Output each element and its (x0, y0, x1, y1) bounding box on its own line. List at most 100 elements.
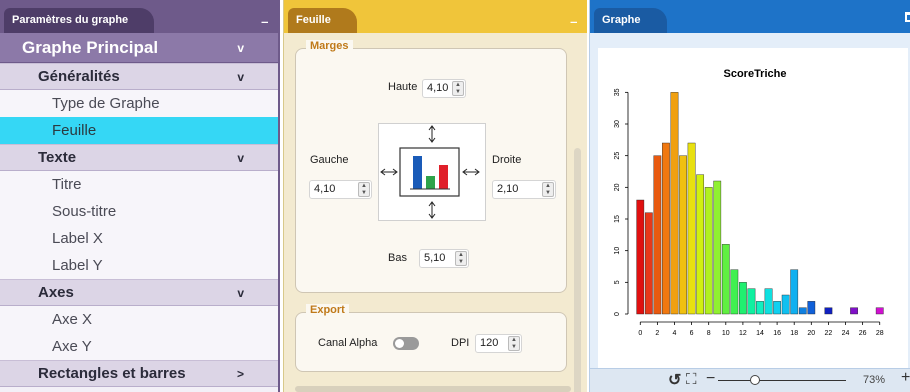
tree-section-label: Généralités (38, 68, 120, 85)
tree-item-label: Type de Graphe (52, 95, 160, 112)
x-tick-label: 24 (842, 330, 850, 337)
tree-item-label: Sous-titre (52, 203, 117, 220)
histogram-bar (790, 269, 799, 315)
right-margin-spinbox[interactable]: 2,10 ▲ ▼ (492, 180, 556, 199)
left-tabbar: Paramètres du graphe _ (0, 0, 278, 33)
y-tick-label: 5 (614, 280, 621, 284)
histogram-bar (636, 199, 645, 315)
tree-section-axes[interactable]: Axes v (0, 279, 278, 306)
tree-item-subtitle[interactable]: Sous-titre (0, 198, 278, 225)
tree-section-rectangles[interactable]: Rectangles et barres > (0, 360, 278, 387)
histogram-bar (807, 301, 816, 315)
spinner-arrows-icon[interactable]: ▲ ▼ (358, 182, 370, 197)
dpi-spinbox[interactable]: 120 ▲ ▼ (475, 334, 522, 353)
tree-item-axis-x[interactable]: Axe X (0, 306, 278, 333)
alpha-channel-toggle[interactable] (393, 337, 419, 350)
tree-section-text[interactable]: Texte v (0, 144, 278, 171)
y-tick-label: 35 (614, 88, 621, 96)
tab-graph[interactable]: Graphe (594, 8, 667, 33)
tab-graph-settings[interactable]: Paramètres du graphe (4, 8, 155, 33)
tree-item-axis-y[interactable]: Axe Y (0, 333, 278, 360)
zoom-in-button[interactable]: + (901, 369, 910, 387)
tree-item-graph-type[interactable]: Type de Graphe (0, 90, 278, 117)
alpha-channel-label: Canal Alpha (318, 337, 378, 349)
bottom-margin-label: Bas (388, 252, 407, 264)
zoom-slider-thumb[interactable] (750, 375, 760, 385)
tab-sheet[interactable]: Feuille (288, 8, 357, 33)
bars-group (636, 92, 884, 315)
tree-item-label: Titre (52, 176, 82, 193)
histogram-bar (670, 92, 679, 315)
chevron-down-icon: v (237, 40, 244, 55)
x-tick-label: 8 (707, 330, 711, 337)
export-group: Export Canal Alpha DPI 120 ▲ ▼ (295, 304, 567, 372)
histogram-bar (747, 288, 756, 315)
tree-section-general[interactable]: Généralités v (0, 63, 278, 90)
histogram-bar (704, 187, 713, 315)
histogram-bar (687, 142, 696, 315)
tree-item-main-graph[interactable]: Graphe Principal v (0, 33, 278, 63)
histogram-bar (653, 155, 662, 315)
x-tick-label: 22 (825, 330, 833, 337)
dpi-value: 120 (480, 337, 499, 349)
left-margin-value: 4,10 (314, 183, 336, 195)
x-tick-label: 16 (773, 330, 781, 337)
tree-item-label: Axe Y (52, 338, 92, 355)
y-tick-label: 25 (614, 152, 621, 160)
vertical-scrollbar[interactable] (574, 148, 581, 392)
spinner-arrows-icon[interactable]: ▲ ▼ (508, 336, 520, 351)
top-margin-spinbox[interactable]: 4,10 ▲ ▼ (422, 79, 466, 98)
histogram-bar (662, 142, 670, 315)
horizontal-scrollbar[interactable] (295, 386, 571, 392)
reset-icon[interactable]: ↺ (668, 370, 681, 390)
tree-section-label: Texte (38, 149, 77, 166)
left-margin-spinbox[interactable]: 4,10 ▲ ▼ (309, 180, 372, 199)
y-axis: 0 5 10 15 20 25 30 35 (614, 88, 629, 316)
chevron-down-icon: v (237, 150, 244, 165)
x-tick-label: 0 (638, 330, 642, 337)
x-tick-label: 12 (739, 330, 747, 337)
x-tick-label: 4 (673, 330, 677, 337)
tree-item-label: Label Y (52, 257, 103, 274)
zoom-toolbar: ↺ ⛶ − 73% + (590, 368, 910, 392)
x-tick-label: 20 (807, 330, 815, 337)
x-tick-label: 28 (876, 330, 884, 337)
margins-legend: Marges (306, 40, 353, 52)
maximize-icon[interactable] (905, 12, 910, 22)
histogram-bar (850, 307, 858, 315)
tree-item-label-x[interactable]: Label X (0, 225, 278, 252)
spinner-arrows-icon[interactable]: ▲ ▼ (452, 81, 464, 96)
histogram-bar (824, 307, 833, 315)
right-margin-value: 2,10 (497, 183, 519, 195)
histogram-bar (713, 180, 722, 315)
minimize-button[interactable]: _ (571, 10, 578, 24)
tree-item-title[interactable]: Titre (0, 171, 278, 198)
histogram-bar (781, 294, 790, 315)
x-tick-label: 10 (722, 330, 730, 337)
x-axis: 0 2 4 6 8 10 12 14 16 18 20 22 24 26 28 (638, 321, 884, 337)
tree-section-label: Axes (38, 284, 74, 301)
spinner-arrows-icon[interactable]: ▲ ▼ (455, 251, 467, 266)
tree-item-label: Feuille (52, 122, 97, 139)
margin-preview-icon (378, 123, 486, 221)
y-tick-label: 10 (614, 247, 621, 255)
tree-item-label-y[interactable]: Label Y (0, 252, 278, 279)
histogram-bar (739, 282, 747, 315)
tree-item-sheet[interactable]: Feuille (0, 117, 278, 144)
chevron-down-icon: v (237, 285, 244, 300)
fit-screen-icon[interactable]: ⛶ (686, 371, 697, 388)
tree-section-label: Rectangles et barres (38, 365, 186, 382)
left-margin-label: Gauche (310, 154, 349, 166)
spinner-arrows-icon[interactable]: ▲ ▼ (542, 182, 554, 197)
sheet-settings-panel: Feuille _ Marges Haute 4,10 ▲ ▼ Gauche 4,… (283, 0, 587, 392)
minimize-button[interactable]: _ (262, 10, 269, 24)
chart-sheet: ScoreTriche 0 5 10 15 20 25 30 35 0 2 4 6 8 10 12 14 16… (598, 48, 908, 368)
zoom-slider-track[interactable] (718, 380, 846, 381)
zoom-out-button[interactable]: − (706, 370, 715, 388)
x-tick-label: 18 (790, 330, 798, 337)
bottom-margin-spinbox[interactable]: 5,10 ▲ ▼ (419, 249, 469, 268)
histogram-bar (644, 212, 653, 315)
x-tick-label: 14 (756, 330, 764, 337)
top-margin-value: 4,10 (427, 82, 449, 94)
y-tick-label: 20 (614, 183, 621, 191)
